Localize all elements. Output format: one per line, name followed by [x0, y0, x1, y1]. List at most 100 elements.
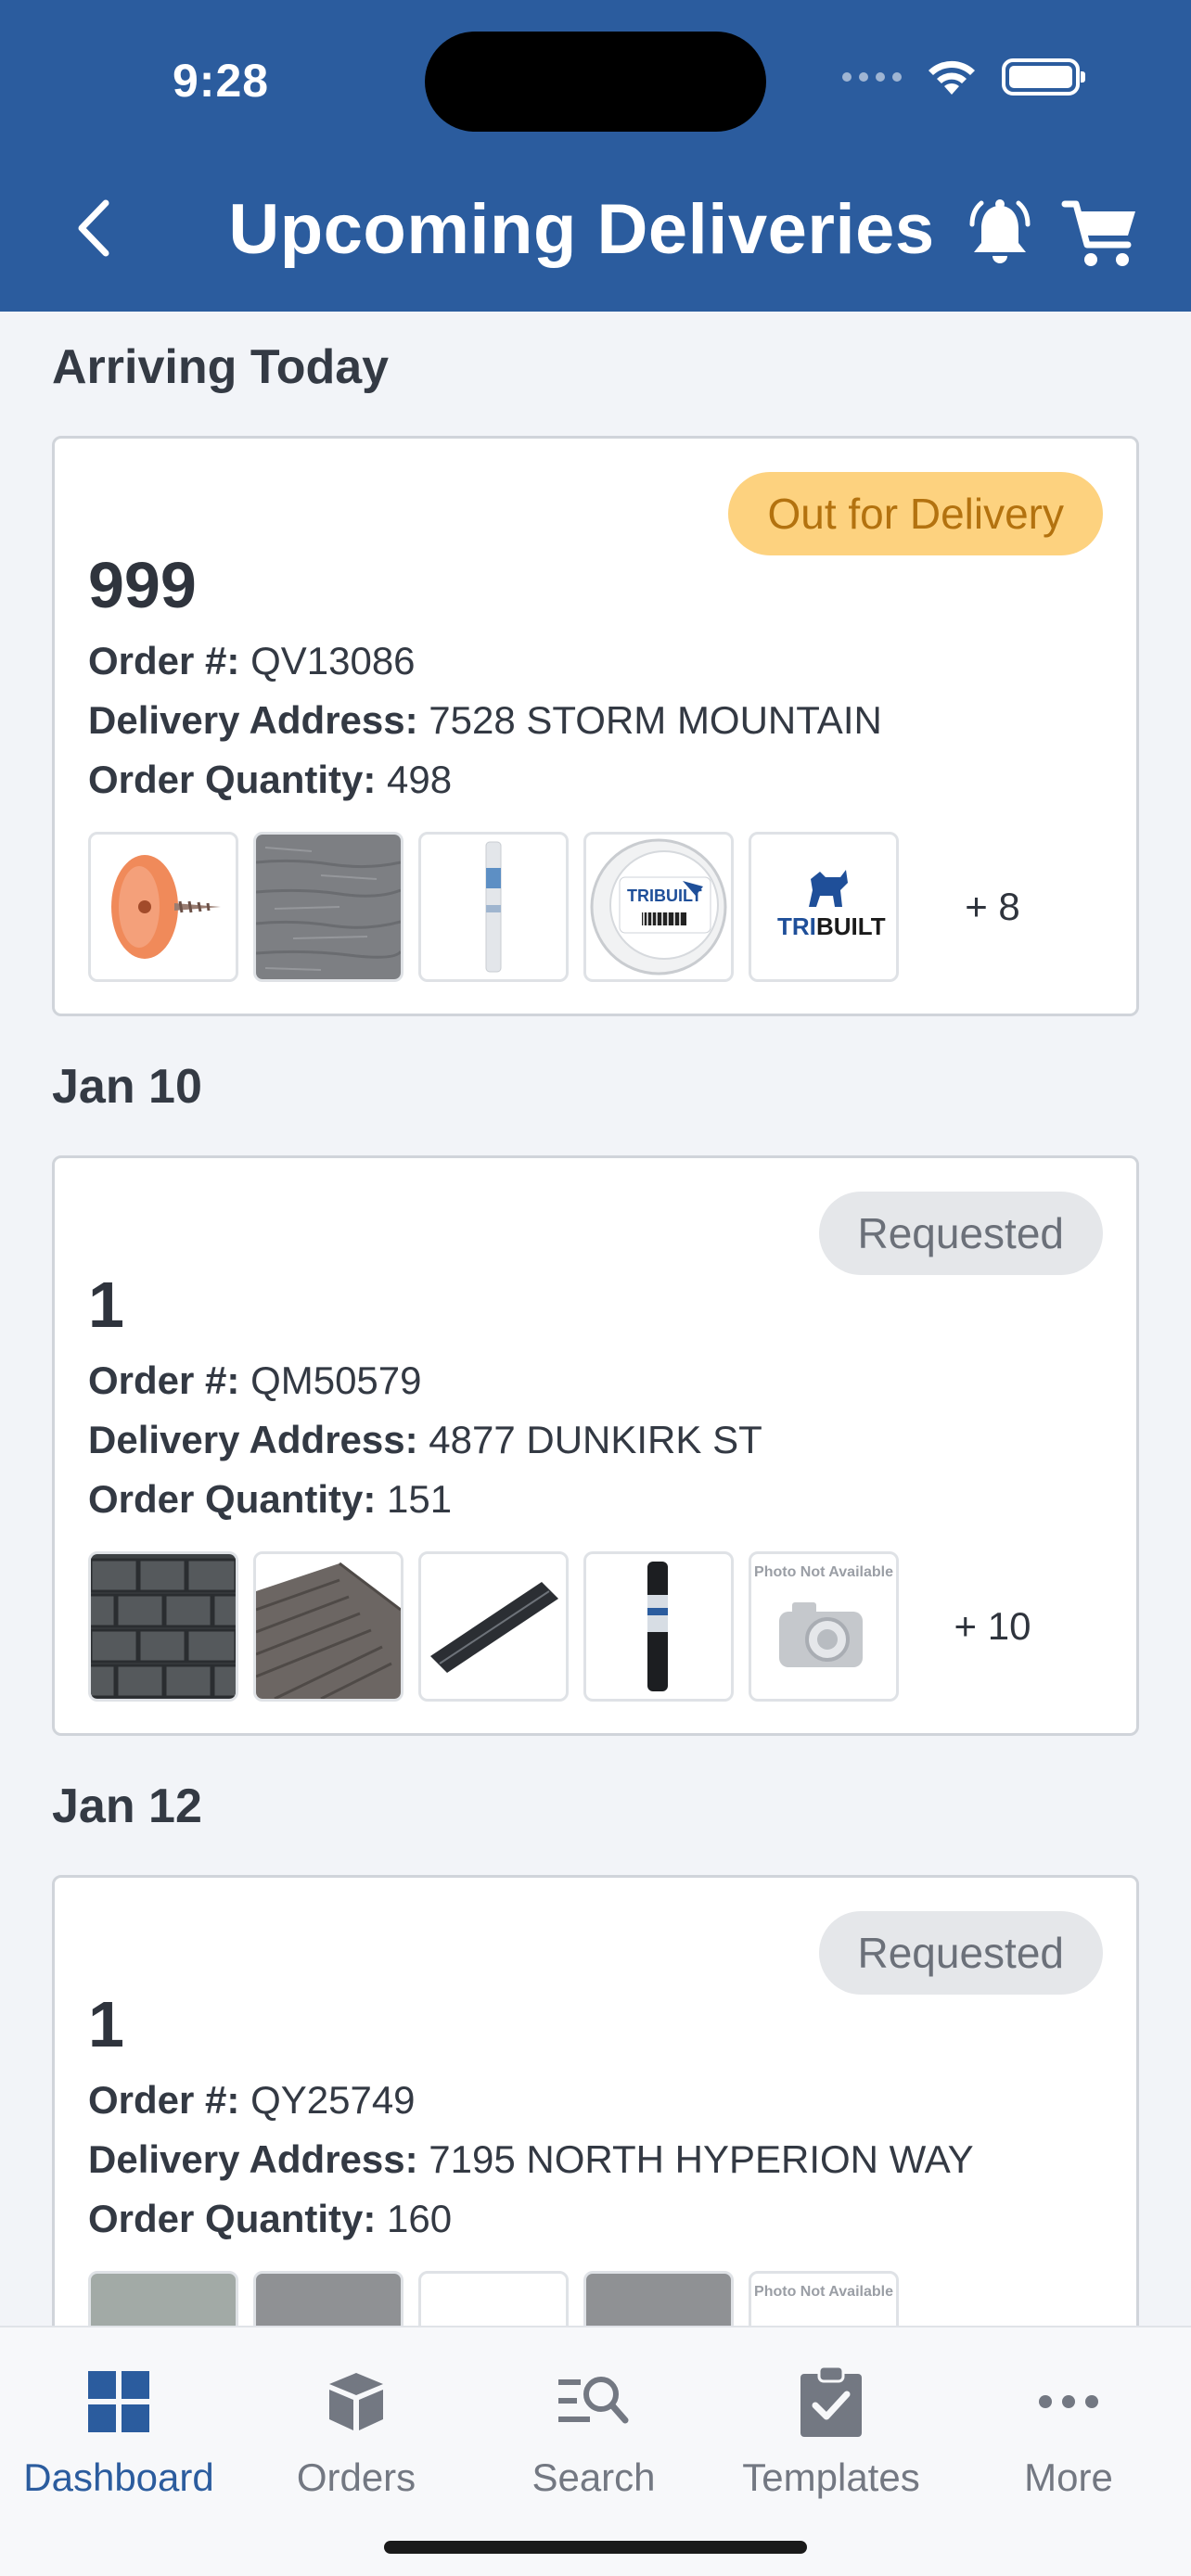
product-thumbnail-cap-nail[interactable]	[88, 832, 238, 982]
tab-label: Search	[531, 2455, 656, 2499]
tab-templates[interactable]: Templates	[712, 2365, 950, 2500]
delivery-card[interactable]: Requested 1 Order #: QY25749 Delivery Ad…	[52, 1875, 1139, 2326]
tab-orders[interactable]: Orders	[237, 2365, 475, 2500]
tab-more[interactable]: More	[950, 2365, 1187, 2500]
order-quantity: 160	[387, 2197, 453, 2240]
clipboard-check-icon	[800, 2366, 862, 2437]
order-number-line: Order #: QM50579	[88, 1358, 422, 1403]
status-time: 9:28	[173, 55, 270, 107]
delivery-address-line: Delivery Address: 7195 NORTH HYPERION WA…	[88, 2137, 974, 2182]
photo-not-available-image: Photo Not Available	[754, 2284, 893, 2300]
roof-image	[256, 1554, 401, 1699]
product-thumbnail-tribuilt[interactable]: TRI BUILT	[749, 832, 899, 982]
order-number: QV13086	[250, 639, 416, 682]
section-title-jan-10: Jan 10	[52, 1060, 202, 1114]
tab-dashboard[interactable]: Dashboard	[0, 2365, 237, 2500]
order-quantity-line: Order Quantity: 151	[88, 1477, 452, 1522]
svg-text:BUILT: BUILT	[816, 912, 886, 940]
section-title-arriving-today: Arriving Today	[52, 340, 390, 394]
bell-ring-icon	[969, 199, 1031, 263]
app-header: 9:28 Upcoming Deliveries	[0, 0, 1191, 312]
cap-nail-image	[111, 855, 221, 959]
product-thumbnail[interactable]	[583, 2271, 734, 2326]
product-thumbnail-siding[interactable]	[253, 832, 403, 982]
status-badge: Requested	[818, 1192, 1103, 1275]
tab-label: Dashboard	[23, 2455, 214, 2499]
order-name: 1	[88, 1269, 124, 1341]
cart-icon	[1061, 200, 1135, 266]
delivery-address-label: Delivery Address:	[88, 1418, 418, 1461]
delivery-address-line: Delivery Address: 4877 DUNKIRK ST	[88, 1418, 762, 1462]
delivery-address: 7528 STORM MOUNTAIN	[429, 698, 882, 742]
svg-text:TRI: TRI	[777, 912, 816, 940]
order-number-label: Order #:	[88, 639, 240, 682]
product-thumbnails: Photo Not Available + 10	[88, 1551, 1071, 1702]
home-indicator	[384, 2541, 807, 2554]
product-thumbnail-photo-not-available[interactable]: Photo Not Available	[749, 2271, 899, 2326]
delivery-address: 4877 DUNKIRK ST	[429, 1418, 762, 1461]
photo-not-available-image: Photo Not Available	[754, 1564, 893, 1667]
product-thumbnails: Photo Not Available	[88, 2271, 899, 2326]
order-quantity-line: Order Quantity: 160	[88, 2197, 452, 2241]
order-quantity-line: Order Quantity: 498	[88, 758, 452, 802]
status-icons	[842, 57, 1085, 96]
tape-roll-image: TRIBUILT	[590, 838, 727, 976]
order-name: 1	[88, 1988, 124, 2060]
order-number: QM50579	[250, 1358, 422, 1402]
search-list-icon	[558, 2377, 629, 2424]
order-number-line: Order #: QV13086	[88, 639, 416, 683]
photo-not-available-text: Photo Not Available	[754, 1564, 893, 1580]
delivery-address-line: Delivery Address: 7528 STORM MOUNTAIN	[88, 698, 882, 743]
product-thumbnail-house-wrap[interactable]	[418, 832, 569, 982]
more-items-count[interactable]: + 8	[914, 885, 1071, 929]
product-thumbnail-tape[interactable]: TRIBUILT	[583, 832, 734, 982]
siding-image	[256, 835, 401, 979]
tab-label: Templates	[742, 2455, 920, 2499]
wifi-icon	[928, 60, 975, 95]
product-thumbnail[interactable]	[418, 2271, 569, 2326]
ridge-vent-image	[430, 1582, 558, 1673]
order-number-label: Order #:	[88, 2078, 240, 2122]
product-thumbnail-shingles[interactable]	[88, 1551, 238, 1702]
order-quantity-label: Order Quantity:	[88, 1477, 377, 1521]
section-title-jan-12: Jan 12	[52, 1779, 202, 1833]
house-wrap-image	[485, 841, 502, 973]
tribuilt-logo-image: TRI BUILT	[777, 870, 886, 940]
box-icon	[329, 2373, 383, 2430]
order-number-label: Order #:	[88, 1358, 240, 1402]
cellular-icon	[842, 72, 902, 82]
order-name: 999	[88, 549, 197, 621]
photo-not-available-text: Photo Not Available	[754, 2284, 893, 2300]
cart-button[interactable]	[1061, 195, 1141, 273]
delivery-card[interactable]: Out for Delivery 999 Order #: QV13086 De…	[52, 436, 1139, 1016]
order-quantity: 151	[387, 1477, 453, 1521]
product-thumbnail[interactable]	[88, 2271, 238, 2326]
order-number-line: Order #: QY25749	[88, 2078, 416, 2123]
shingles-image	[91, 1554, 236, 1699]
order-quantity: 498	[387, 758, 453, 801]
tab-search[interactable]: Search	[475, 2365, 712, 2500]
dynamic-island	[425, 32, 766, 132]
deliveries-list[interactable]: Arriving Today Out for Delivery 999 Orde…	[0, 312, 1191, 2326]
product-thumbnail-underlayment[interactable]	[583, 1551, 734, 1702]
order-number: QY25749	[250, 2078, 416, 2122]
product-thumbnail-ridge-vent[interactable]	[418, 1551, 569, 1702]
order-quantity-label: Order Quantity:	[88, 2197, 377, 2240]
dashboard-grid-icon	[88, 2371, 149, 2432]
product-thumbnails: TRIBUILT TRI BUILT + 8	[88, 832, 1071, 982]
more-items-count[interactable]: + 10	[914, 1604, 1071, 1649]
product-thumbnail-roof[interactable]	[253, 1551, 403, 1702]
underlayment-roll-image	[647, 1562, 668, 1691]
status-badge: Requested	[818, 1911, 1103, 1995]
delivery-address: 7195 NORTH HYPERION WAY	[429, 2137, 974, 2181]
tab-bar: Dashboard Orders Search Templates More	[0, 2326, 1191, 2576]
product-thumbnail-photo-not-available[interactable]: Photo Not Available	[749, 1551, 899, 1702]
notifications-button[interactable]	[963, 197, 1037, 271]
tab-label: Orders	[296, 2455, 416, 2499]
product-thumbnail[interactable]	[253, 2271, 403, 2326]
delivery-card[interactable]: Requested 1 Order #: QM50579 Delivery Ad…	[52, 1155, 1139, 1736]
more-dots-icon	[1039, 2395, 1098, 2408]
order-quantity-label: Order Quantity:	[88, 758, 377, 801]
battery-icon	[1002, 58, 1085, 96]
delivery-address-label: Delivery Address:	[88, 698, 418, 742]
